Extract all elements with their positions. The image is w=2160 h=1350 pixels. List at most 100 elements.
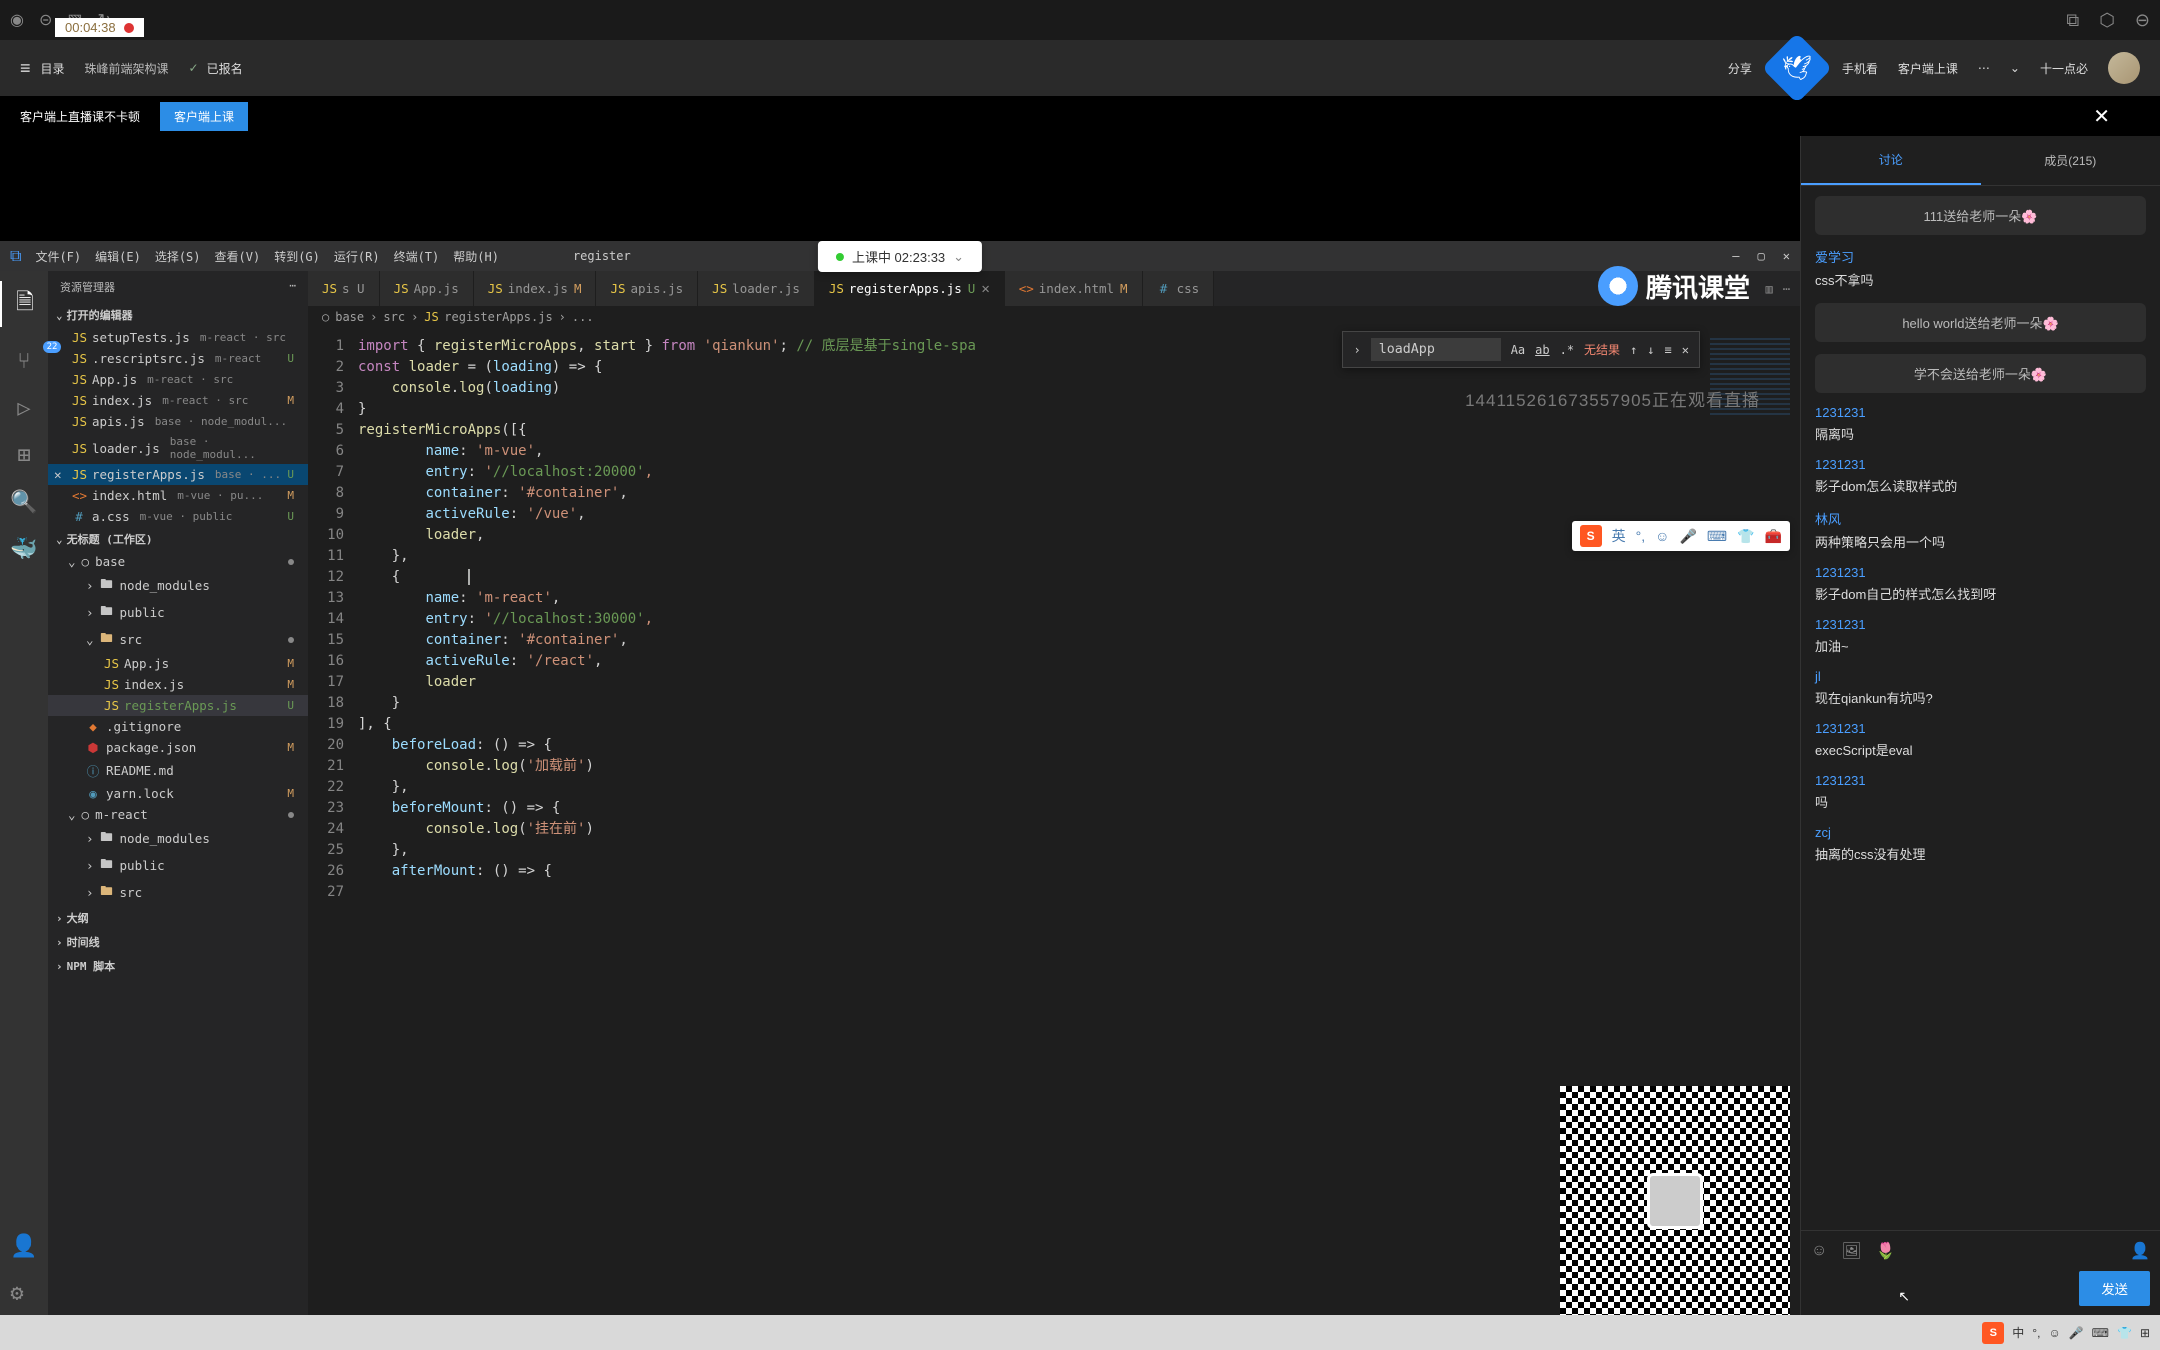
close-icon[interactable]: ✕ — [1682, 343, 1689, 357]
menu-run[interactable]: 运行(R) — [334, 248, 380, 265]
folder-m-react[interactable]: ⌄ ○ m-react — [48, 804, 308, 825]
ime-keyboard-icon[interactable]: ⌨ — [2092, 1326, 2109, 1340]
file-app-js[interactable]: JS App.jsM — [48, 653, 308, 674]
chevron-down-icon[interactable]: ⌄ — [2010, 61, 2020, 75]
avatar[interactable] — [2108, 52, 2140, 84]
share-link[interactable]: 分享 — [1728, 60, 1752, 77]
editor-tab[interactable]: JSindex.js M — [474, 271, 597, 306]
file-package-json[interactable]: ⬢ package.jsonM — [48, 737, 308, 758]
more-icon[interactable]: ⋯ — [289, 279, 296, 295]
tab-members[interactable]: 成员(215) — [1981, 136, 2160, 185]
selection-icon[interactable]: ≡ — [1665, 343, 1672, 357]
menu-terminal[interactable]: 终端(T) — [394, 248, 440, 265]
extensions-icon[interactable]: ⊞ — [17, 443, 30, 468]
ime-toolbar[interactable]: S 英 °, ☺ 🎤 ⌨ 👕 🧰 — [1572, 521, 1790, 551]
menu-help[interactable]: 帮助(H) — [453, 248, 499, 265]
crumb[interactable]: base — [335, 310, 364, 324]
explorer-icon[interactable]: 🗎 — [0, 281, 48, 327]
file-index-js[interactable]: JS index.jsM — [48, 674, 308, 695]
menu-edit[interactable]: 编辑(E) — [95, 248, 141, 265]
menu-icon[interactable]: ≡ — [20, 58, 31, 79]
chevron-right-icon[interactable]: › — [1353, 343, 1360, 357]
open-editor-item[interactable]: JS apis.js base · node_modul... — [48, 411, 308, 432]
code-content[interactable]: import { registerMicroApps, start } from… — [358, 328, 1700, 1316]
open-editor-item[interactable]: ✕JS registerApps.js base · ...U — [48, 464, 308, 485]
menu-file[interactable]: 文件(F) — [35, 248, 81, 265]
folder-node-modules-2[interactable]: › 🖿 node_modules — [48, 825, 308, 852]
file-readme[interactable]: ⓘ README.md — [48, 758, 308, 783]
folder-src[interactable]: ⌄ 🖿 src — [48, 626, 308, 653]
editor-tab[interactable]: JSloader.js — [698, 271, 815, 306]
crumb[interactable]: src — [383, 310, 405, 324]
send-button[interactable]: 发送 — [2079, 1271, 2150, 1306]
minimize-icon[interactable]: — — [1732, 249, 1739, 263]
person-add-icon[interactable]: 👤 — [2130, 1241, 2150, 1261]
editor-tab[interactable]: JSApp.js — [380, 271, 474, 306]
case-sensitive-icon[interactable]: Aa — [1511, 343, 1525, 357]
search-icon[interactable]: 🔍 — [10, 490, 37, 515]
tab-icon[interactable]: ⧉ — [2066, 10, 2079, 31]
tab-discuss[interactable]: 讨论 — [1801, 136, 1981, 185]
folder-src-2[interactable]: › 🖿 src — [48, 879, 308, 906]
menu-go[interactable]: 转到(G) — [274, 248, 320, 265]
outline-section[interactable]: › 大纲 — [48, 906, 308, 930]
account-icon[interactable]: 👤 — [10, 1234, 37, 1259]
menu-select[interactable]: 选择(S) — [155, 248, 201, 265]
crumb[interactable]: registerApps.js — [444, 310, 552, 324]
close-icon[interactable]: ✕ — [981, 281, 989, 297]
whole-word-icon[interactable]: ab — [1535, 343, 1549, 357]
editor-tab[interactable]: JSs U — [308, 271, 380, 306]
next-match-icon[interactable]: ↓ — [1647, 343, 1654, 357]
folder-node-modules[interactable]: › 🖿 node_modules — [48, 572, 308, 599]
flower-icon[interactable]: 🌷 — [1876, 1241, 1896, 1261]
box-icon[interactable]: ⬡ — [2099, 10, 2115, 31]
chat-list[interactable]: 111送给老师一朵🌸爱学习css不拿吗hello world送给老师一朵🌸学不会… — [1801, 186, 2160, 1230]
find-input[interactable] — [1371, 338, 1501, 361]
crumb[interactable]: ... — [572, 310, 594, 324]
open-editor-item[interactable]: JS setupTests.js m-react · src — [48, 327, 308, 348]
ime-punct-icon[interactable]: °, — [1636, 528, 1646, 544]
client-link[interactable]: 客户端上课 — [1898, 60, 1958, 77]
editor-tab[interactable]: JSregisterApps.js U ✕ — [815, 271, 1005, 306]
ime-emoji-icon[interactable]: ☺ — [2048, 1326, 2060, 1340]
camera-icon[interactable]: ◉ — [10, 10, 24, 30]
timeline-section[interactable]: › 时间线 — [48, 930, 308, 954]
file-yarnlock[interactable]: ◉ yarn.lockM — [48, 783, 308, 804]
ime-skin-icon[interactable]: 👕 — [1737, 528, 1754, 545]
workspace-section[interactable]: ⌄ 无标题 (工作区) — [48, 527, 308, 551]
ime-ch[interactable]: 中 — [2012, 1324, 2024, 1341]
more-icon[interactable]: ⋯ — [1783, 282, 1790, 296]
editor-tab[interactable]: JSapis.js — [596, 271, 698, 306]
sogou-tray-icon[interactable]: S — [1982, 1322, 2004, 1344]
ime-toolbox-icon[interactable]: 🧰 — [1765, 528, 1782, 545]
file-registerapps-js[interactable]: JS registerApps.jsU — [48, 695, 308, 716]
folder-public-2[interactable]: › 🖿 public — [48, 852, 308, 879]
ime-skin-icon[interactable]: 👕 — [2117, 1326, 2132, 1340]
emoji-icon[interactable]: ☺ — [1811, 1242, 1827, 1260]
mic-icon[interactable]: ⊝ — [39, 10, 52, 30]
lock-icon[interactable]: ⊖ — [2135, 10, 2150, 31]
file-gitignore[interactable]: ◆ .gitignore — [48, 716, 308, 737]
menu-view[interactable]: 查看(V) — [215, 248, 261, 265]
ime-voice-icon[interactable]: 🎤 — [2069, 1326, 2084, 1340]
npm-section[interactable]: › NPM 脚本 — [48, 954, 308, 978]
scm-icon[interactable]: ⑂22 — [17, 349, 30, 374]
open-editor-item[interactable]: JS index.js m-react · srcM — [48, 390, 308, 411]
image-icon[interactable]: 🖼 — [1841, 1241, 1861, 1261]
regex-icon[interactable]: .* — [1560, 343, 1574, 357]
sogou-icon[interactable]: S — [1580, 525, 1602, 547]
class-timer[interactable]: 上课中 02:23:33 ⌄ — [818, 241, 982, 272]
notice-button[interactable]: 客户端上课 — [160, 102, 248, 131]
ime-punct-icon[interactable]: °, — [2032, 1326, 2040, 1340]
editor-tab[interactable]: <>index.html M — [1005, 271, 1143, 306]
ime-voice-icon[interactable]: 🎤 — [1679, 528, 1696, 545]
prev-match-icon[interactable]: ↑ — [1630, 343, 1637, 357]
mobile-link[interactable]: 手机看 — [1842, 60, 1878, 77]
gear-icon[interactable]: ⚙ — [10, 1281, 37, 1306]
split-icon[interactable]: ▥ — [1766, 282, 1773, 296]
editor-tab[interactable]: #css — [1143, 271, 1215, 306]
open-editor-item[interactable]: JS .rescriptsrc.js m-reactU — [48, 348, 308, 369]
catalog-link[interactable]: 目录 — [41, 60, 65, 77]
folder-public[interactable]: › 🖿 public — [48, 599, 308, 626]
more-icon[interactable]: ⋯ — [1978, 61, 1990, 75]
